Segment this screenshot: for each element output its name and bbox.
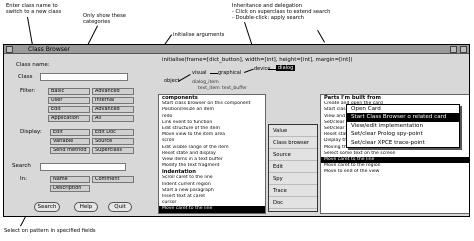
- minimize-icon[interactable]: [450, 46, 457, 53]
- maximize-icon[interactable]: [460, 46, 467, 53]
- filter-advanced2-toggle[interactable]: Advanced: [92, 106, 134, 113]
- class-browser-window: Class Browser Class name: Class Filter: …: [3, 44, 470, 217]
- popup-menu-item[interactable]: Doc: [269, 197, 317, 209]
- filter-label: Filter:: [20, 88, 36, 94]
- help-button[interactable]: Help: [74, 202, 98, 212]
- popup-menu-item[interactable]: Source: [269, 149, 317, 161]
- filter-all-toggle[interactable]: All: [92, 115, 134, 122]
- popup-menu-item[interactable]: Edit: [269, 161, 317, 173]
- in-description-toggle[interactable]: Description: [50, 185, 90, 192]
- annotation-inheritance: Inheritance and delegation - Click on su…: [232, 3, 331, 22]
- method-list-item[interactable]: Set position of the caret: [159, 213, 265, 214]
- method-list[interactable]: components Start class browser on this co…: [158, 94, 266, 214]
- filter-user-toggle[interactable]: User: [48, 97, 90, 104]
- initialise-signature: initialise(frame=[dict_button], width=[i…: [162, 57, 353, 63]
- in-label: In:: [20, 176, 27, 182]
- display-variable-toggle[interactable]: Variable: [50, 138, 90, 145]
- in-name-toggle[interactable]: Name: [50, 176, 90, 183]
- hier-sub1[interactable]: dialog_item: [192, 80, 219, 85]
- display-source-toggle[interactable]: Source: [92, 138, 134, 145]
- display-superclass-toggle[interactable]: Superclass: [92, 147, 134, 154]
- filter-internal-toggle[interactable]: Internal: [92, 97, 134, 104]
- display-label: Display:: [20, 129, 42, 135]
- search-button[interactable]: Search: [34, 202, 60, 212]
- parts-list-item[interactable]: Move to end of the view: [321, 169, 469, 175]
- annotation-categories: Only show these categories: [83, 13, 126, 26]
- filter-advanced-toggle[interactable]: Advanced: [92, 88, 134, 95]
- display-sendmethod-toggle[interactable]: Send method: [50, 147, 90, 154]
- popup-menu[interactable]: Value Class browser Source Edit Spy Trace Doc: [268, 124, 318, 212]
- class-label: Class name:: [16, 62, 50, 68]
- filter-application-toggle[interactable]: Application: [48, 115, 90, 122]
- left-pane: Class name: Class Filter: Basic Advanced…: [4, 54, 154, 216]
- search-label: Search: [12, 163, 31, 169]
- context-menu-item[interactable]: View/edit implementation: [347, 122, 459, 130]
- window-menu-icon[interactable]: [6, 46, 13, 53]
- filter-edit-toggle[interactable]: Edit: [48, 106, 90, 113]
- context-menu-item[interactable]: Set/clear XPCE trace-point: [347, 139, 459, 147]
- context-menu-item[interactable]: Open Card: [347, 105, 459, 113]
- context-menu-item[interactable]: Start Class Browser o related card: [347, 113, 459, 122]
- annotation-enter-class: Enter class name to switch to a new clas…: [6, 3, 62, 16]
- hier-dialog[interactable]: dialog: [276, 65, 296, 71]
- hier-graphical[interactable]: graphical: [218, 70, 241, 76]
- annotation-initialise: initialise arguments: [173, 32, 225, 38]
- quit-button[interactable]: Quit: [108, 202, 132, 212]
- window-title: Class Browser: [28, 46, 71, 53]
- annotation-select-pattern: Select on pattern in specified fields: [4, 228, 96, 234]
- hier-sub3[interactable]: text_buffer: [222, 86, 247, 91]
- window-titlebar[interactable]: Class Browser: [4, 45, 469, 54]
- class-field-label: Class: [18, 74, 33, 80]
- popup-menu-item[interactable]: Class browser: [269, 137, 317, 149]
- popup-menu-item[interactable]: Trace: [269, 185, 317, 197]
- in-comment-toggle[interactable]: Comment: [92, 176, 134, 183]
- search-input[interactable]: [40, 163, 126, 171]
- popup-menu-item[interactable]: Value: [269, 125, 317, 137]
- filter-basic-toggle[interactable]: Basic: [48, 88, 90, 95]
- display-edit-toggle[interactable]: Edit: [50, 129, 90, 136]
- right-pane: initialise(frame=[dict_button], width=[i…: [158, 54, 469, 216]
- class-input[interactable]: [40, 73, 128, 81]
- hier-sub2[interactable]: text_item: [198, 86, 220, 91]
- context-menu[interactable]: Open Card Start Class Browser o related c…: [346, 104, 460, 148]
- display-editdoc-toggle[interactable]: Edit Doc: [92, 129, 134, 136]
- context-menu-item[interactable]: Set/clear Prolog spy-point: [347, 130, 459, 138]
- popup-menu-item[interactable]: Spy: [269, 173, 317, 185]
- hier-visual[interactable]: visual: [192, 70, 207, 76]
